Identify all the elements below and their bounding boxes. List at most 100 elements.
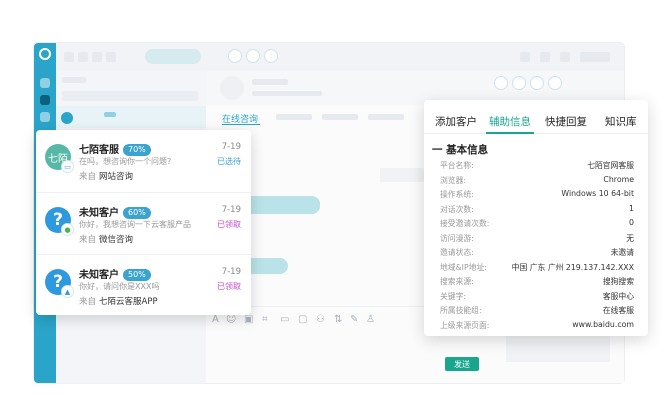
notification-status[interactable]: 已领取 bbox=[217, 219, 241, 230]
tab-knowledge-base[interactable]: 知识库 bbox=[605, 114, 637, 129]
info-label: 对话次数: bbox=[440, 204, 474, 214]
match-badge: 50% bbox=[123, 269, 151, 281]
notification-date: 7-19 bbox=[221, 205, 241, 215]
toolbar-placeholder bbox=[520, 52, 530, 62]
info-label: 地域&IP地址: bbox=[440, 262, 487, 272]
info-row: 操作系统: Windows 10 64-bit bbox=[440, 189, 634, 204]
source-prefix: 来自 bbox=[79, 297, 97, 307]
customer-name: 未知客户 60% bbox=[79, 204, 151, 219]
source-prefix: 来自 bbox=[79, 235, 97, 245]
notification-source: 来自 微信咨询 bbox=[79, 233, 133, 245]
rail-item-icon[interactable] bbox=[40, 78, 50, 88]
info-value: 中国 广东 广州 219.137.142.XXX bbox=[511, 262, 634, 272]
info-value: www.baidu.com bbox=[572, 319, 634, 329]
header-circle-icon[interactable] bbox=[512, 76, 526, 90]
tab-assist-info[interactable]: 辅助信息 bbox=[489, 114, 531, 129]
info-label: 平台名称: bbox=[440, 161, 474, 170]
tab-divider bbox=[424, 133, 648, 134]
match-badge: 70% bbox=[123, 144, 151, 156]
notification-status[interactable]: 已领取 bbox=[217, 281, 241, 292]
info-value: 无 bbox=[626, 233, 634, 243]
info-row: 上级来源页面: www.baidu.com bbox=[440, 320, 634, 335]
list-item-active[interactable] bbox=[56, 106, 206, 128]
info-label: 搜索来源: bbox=[440, 277, 474, 286]
file-icon[interactable]: ▭ bbox=[280, 314, 289, 325]
info-value: 1 bbox=[629, 203, 634, 213]
avatar bbox=[220, 76, 244, 100]
info-row: 访问漫游: 无 bbox=[440, 233, 634, 248]
send-button[interactable]: 发送 bbox=[445, 357, 479, 371]
customer-name-text: 未知客户 bbox=[79, 270, 119, 281]
info-row: 接受邀请次数: 0 bbox=[440, 218, 634, 233]
logo-icon[interactable] bbox=[39, 48, 51, 60]
folder-icon[interactable]: ▢ bbox=[298, 314, 307, 325]
info-row: 浏览器: Chrome bbox=[440, 175, 634, 190]
toolbar-circle-icon[interactable] bbox=[264, 49, 278, 63]
notification-date: 7-19 bbox=[221, 142, 241, 152]
app-icon: ▲ bbox=[61, 285, 74, 298]
avatar: ? ● bbox=[45, 207, 74, 236]
info-value: 在线客服 bbox=[602, 306, 634, 315]
info-label: 关键字: bbox=[440, 291, 467, 301]
notification-status[interactable]: 已选待 bbox=[217, 156, 241, 167]
match-badge: 60% bbox=[123, 207, 151, 219]
edit-icon[interactable]: ✎ bbox=[350, 314, 358, 325]
chat-icon: ▭ bbox=[61, 160, 74, 173]
header-circle-icon[interactable] bbox=[548, 76, 562, 90]
top-toolbar bbox=[56, 43, 624, 71]
source-channel: 七陌云客服APP bbox=[99, 297, 158, 307]
info-value: 搜狗搜索 bbox=[602, 277, 634, 286]
list-placeholder bbox=[62, 77, 86, 83]
source-prefix: 来自 bbox=[79, 172, 97, 182]
notification-message: 在吗，想咨询你一个问题? bbox=[79, 157, 172, 166]
notification-item[interactable]: 七陌 ▭ 七陌客服 70% 7-19 在吗，想咨询你一个问题? 已选待 来自 网站咨… bbox=[36, 130, 251, 191]
header-circle-icon[interactable] bbox=[494, 76, 508, 90]
rail-item-icon[interactable] bbox=[40, 112, 50, 122]
avatar bbox=[61, 112, 73, 124]
notification-message: 你好，请问你是XXX吗 bbox=[79, 282, 160, 291]
toolbar-circle-icon[interactable] bbox=[228, 49, 242, 63]
notification-source: 来自 七陌云客服APP bbox=[79, 295, 158, 307]
info-label: 邀请状态: bbox=[440, 248, 474, 257]
list-search[interactable] bbox=[62, 91, 198, 101]
customer-name: 未知客户 50% bbox=[79, 266, 151, 281]
info-row: 搜索来源: 搜狗搜索 bbox=[440, 276, 634, 291]
avatar: 七陌 ▭ bbox=[45, 144, 74, 173]
tab-placeholder bbox=[322, 114, 358, 120]
info-row: 对话次数: 1 bbox=[440, 204, 634, 219]
info-value: 七陌官网客服 bbox=[587, 161, 634, 170]
info-value: 客服中心 bbox=[602, 291, 634, 301]
info-label: 操作系统: bbox=[440, 190, 474, 199]
notification-source: 来自 网站咨询 bbox=[79, 170, 133, 182]
source-channel: 网站咨询 bbox=[99, 172, 134, 182]
history-icon[interactable]: ⇅ bbox=[334, 314, 342, 325]
info-row: 邀请状态: 未邀请 bbox=[440, 247, 634, 262]
transfer-icon[interactable]: ⚇ bbox=[316, 314, 325, 325]
toolbar-placeholder bbox=[78, 52, 88, 62]
toolbar-circle-icon[interactable] bbox=[246, 49, 260, 63]
list-placeholder bbox=[104, 112, 116, 117]
header-circle-icon[interactable] bbox=[530, 76, 544, 90]
status-pill[interactable] bbox=[145, 49, 201, 64]
info-row: 所属技能组: 在线客服 bbox=[440, 305, 634, 320]
toolbar-placeholder bbox=[560, 52, 570, 62]
rail-item-icon[interactable] bbox=[40, 95, 50, 105]
notification-item[interactable]: ? ● 未知客户 60% 7-19 你好，我想咨询一下云客服产品 已领取 来自 微信… bbox=[36, 192, 251, 254]
active-tab-underline bbox=[486, 132, 534, 134]
section-title: 一 基本信息 bbox=[432, 144, 489, 156]
message-placeholder bbox=[380, 168, 424, 182]
notification-item[interactable]: ? ▲ 未知客户 50% 7-19 你好，请问你是XXX吗 已领取 来自 七陌云客服… bbox=[36, 254, 251, 316]
user-icon[interactable]: ♙ bbox=[366, 314, 375, 325]
screenshot-icon[interactable]: ⌗ bbox=[262, 314, 268, 325]
tab-add-customer[interactable]: 添加客户 bbox=[435, 114, 477, 129]
info-label: 接受邀请次数: bbox=[440, 219, 490, 228]
header-placeholder bbox=[252, 79, 288, 85]
info-value: 0 bbox=[629, 218, 634, 227]
toolbar-placeholder bbox=[580, 52, 610, 62]
wechat-icon: ● bbox=[61, 223, 74, 236]
info-label: 访问漫游: bbox=[440, 233, 474, 243]
info-label: 所属技能组: bbox=[440, 306, 482, 315]
tab-quick-reply[interactable]: 快捷回复 bbox=[545, 114, 587, 129]
customer-name-text: 七陌客服 bbox=[79, 145, 119, 156]
avatar: ? ▲ bbox=[45, 269, 74, 298]
